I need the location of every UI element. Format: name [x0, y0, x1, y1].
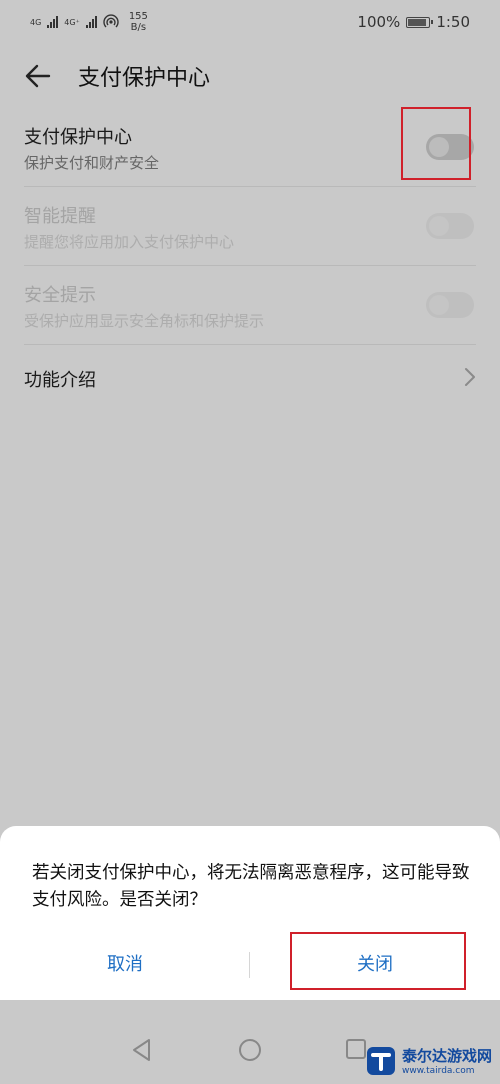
speed-unit: B/s [130, 22, 147, 33]
clock: 1:50 [436, 13, 470, 31]
setting-title: 支付保护中心 [24, 127, 132, 148]
close-highlight-box [290, 932, 466, 990]
smart-reminder-toggle [426, 213, 474, 239]
toggle-knob [429, 216, 449, 236]
header: 支付保护中心 [0, 44, 500, 108]
page-title: 支付保护中心 [78, 66, 211, 91]
function-intro-label: 功能介绍 [24, 370, 96, 391]
setting-security-tip: 安全提示 受保护应用显示安全角标和保护提示 [24, 266, 476, 345]
watermark-text-block: 泰尔达游戏网 www.tairda.com [402, 1045, 492, 1076]
setting-subtitle: 受保护应用显示安全角标和保护提示 [24, 312, 265, 330]
network-4g-label: 4G [30, 17, 42, 27]
nav-back-icon[interactable] [131, 1038, 153, 1062]
nav-home-icon[interactable] [238, 1038, 262, 1062]
watermark-brand: 泰尔达游戏网 [401, 1047, 492, 1065]
setting-title: 安全提示 [24, 285, 96, 306]
watermark: 泰尔达游戏网 www.tairda.com [366, 1045, 492, 1076]
status-bar: 4G 4G⁺ 155 B/s 100% 1:50 [0, 0, 500, 44]
setting-smart-reminder: 智能提醒 提醒您将应用加入支付保护中心 [24, 187, 476, 266]
setting-title: 智能提醒 [24, 206, 96, 227]
security-tip-toggle [426, 292, 474, 318]
back-arrow-icon [25, 64, 51, 88]
chevron-right-icon [465, 368, 475, 386]
cancel-button[interactable]: 取消 [0, 934, 250, 992]
setting-subtitle: 保护支付和财产安全 [24, 154, 160, 172]
status-right: 100% 1:50 [357, 13, 470, 31]
logo-t-icon [366, 1046, 395, 1075]
hotspot-icon [103, 14, 119, 28]
dialog-message: 若关闭支付保护中心，将无法隔离恶意程序，这可能导致支付风险。是否关闭？ [32, 863, 470, 910]
function-intro-item[interactable]: 功能介绍 [24, 345, 476, 411]
toggle-knob [429, 295, 449, 315]
signal-bars-icon-2 [85, 16, 97, 28]
battery-percent: 100% [357, 13, 401, 31]
setting-subtitle: 提醒您将应用加入支付保护中心 [24, 233, 235, 251]
nav-recent-icon[interactable] [345, 1038, 367, 1060]
navigation-bar: 泰尔达游戏网 www.tairda.com [0, 1000, 500, 1084]
status-left: 4G 4G⁺ 155 B/s [30, 11, 148, 33]
back-button[interactable] [18, 56, 58, 96]
signal-bars-icon [47, 16, 59, 28]
network-speed: 155 B/s [129, 11, 148, 33]
battery-icon [406, 16, 434, 28]
watermark-url: www.tairda.com [401, 1066, 475, 1076]
toggle-highlight-box [401, 107, 471, 180]
network-4g-plus-label: 4G⁺ [64, 17, 80, 27]
speed-value: 155 [128, 11, 148, 22]
